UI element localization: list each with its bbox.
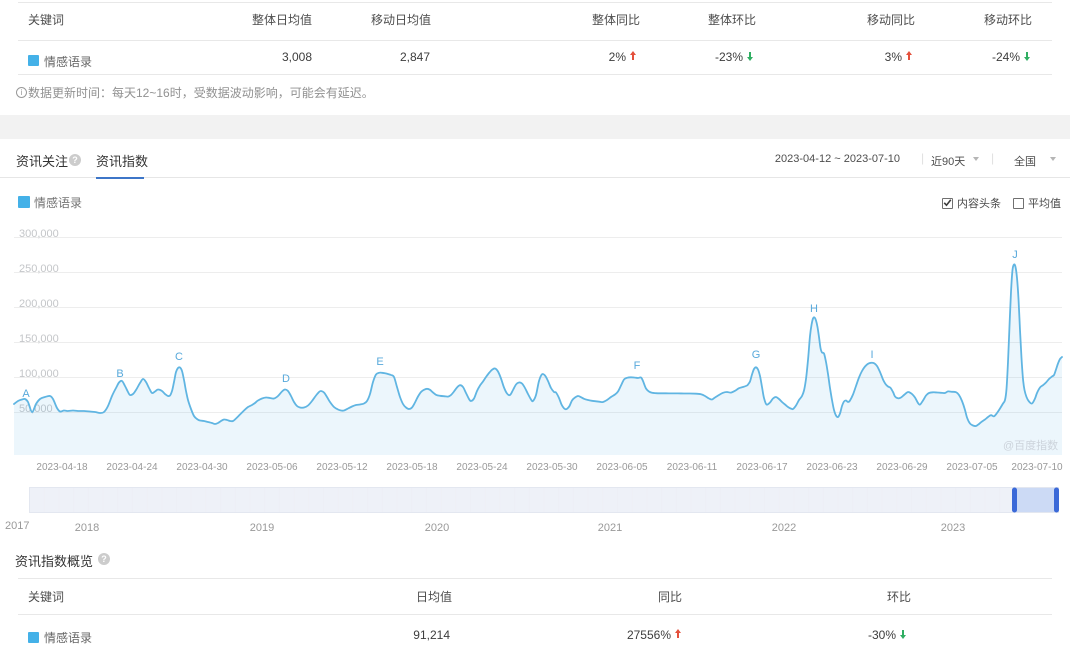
svg-text:2023-05-18: 2023-05-18 bbox=[386, 462, 438, 473]
svg-text:2023-04-18: 2023-04-18 bbox=[36, 462, 88, 473]
svg-text:E: E bbox=[376, 356, 383, 368]
svg-text:2023-04-24: 2023-04-24 bbox=[106, 462, 158, 473]
svg-text:A: A bbox=[22, 388, 30, 400]
svg-text:D: D bbox=[282, 373, 290, 385]
svg-text:I: I bbox=[870, 349, 873, 361]
svg-text:2023-05-12: 2023-05-12 bbox=[316, 462, 368, 473]
svg-text:2018: 2018 bbox=[75, 522, 99, 534]
svg-text:2023-07-05: 2023-07-05 bbox=[946, 462, 998, 473]
svg-text:100,000: 100,000 bbox=[19, 368, 59, 380]
svg-text:200,000: 200,000 bbox=[19, 298, 59, 310]
svg-text:F: F bbox=[634, 360, 641, 372]
svg-text:@百度指数: @百度指数 bbox=[1003, 438, 1058, 452]
svg-text:150,000: 150,000 bbox=[19, 333, 59, 345]
svg-text:2020: 2020 bbox=[425, 522, 449, 534]
svg-text:2023-06-17: 2023-06-17 bbox=[736, 462, 788, 473]
svg-text:2023-05-06: 2023-05-06 bbox=[246, 462, 298, 473]
svg-text:2023-06-05: 2023-06-05 bbox=[596, 462, 648, 473]
svg-text:2019: 2019 bbox=[250, 522, 274, 534]
svg-text:250,000: 250,000 bbox=[19, 263, 59, 275]
svg-text:2022: 2022 bbox=[772, 522, 796, 534]
svg-text:2023-06-29: 2023-06-29 bbox=[876, 462, 928, 473]
svg-text:H: H bbox=[810, 303, 818, 315]
svg-text:2023-07-10: 2023-07-10 bbox=[1011, 462, 1063, 473]
svg-text:2021: 2021 bbox=[598, 522, 622, 534]
svg-text:G: G bbox=[752, 349, 761, 361]
svg-text:2023-05-24: 2023-05-24 bbox=[456, 462, 508, 473]
svg-text:2023-06-23: 2023-06-23 bbox=[806, 462, 858, 473]
svg-text:B: B bbox=[116, 368, 123, 380]
svg-text:300,000: 300,000 bbox=[19, 228, 59, 240]
svg-text:C: C bbox=[175, 351, 183, 363]
svg-text:J: J bbox=[1012, 249, 1018, 261]
svg-text:2017: 2017 bbox=[5, 520, 29, 532]
svg-text:2023-05-30: 2023-05-30 bbox=[526, 462, 578, 473]
svg-text:2023-06-11: 2023-06-11 bbox=[667, 462, 718, 473]
svg-text:2023: 2023 bbox=[941, 522, 965, 534]
svg-text:2023-04-30: 2023-04-30 bbox=[176, 462, 228, 473]
